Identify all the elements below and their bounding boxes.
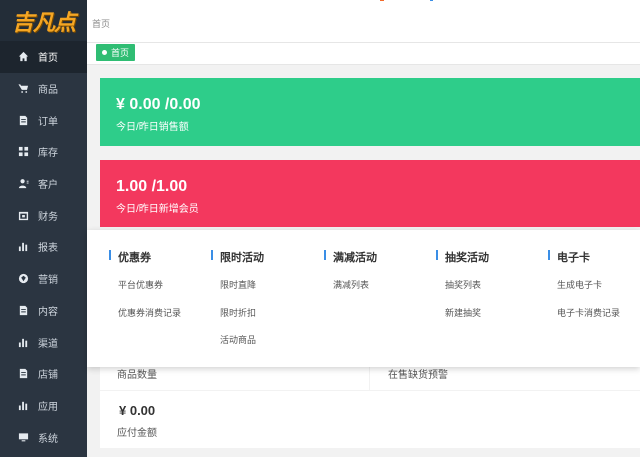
sidebar: 吉凡点 首页 商品 订单 库存 客户 财务 报表 营销 内容 渠道 店铺 应用 … <box>0 0 87 457</box>
sidebar-item-content[interactable]: 内容 <box>0 295 87 327</box>
document-icon <box>17 304 29 316</box>
sidebar-item-label: 订单 <box>38 116 58 128</box>
tab-home[interactable]: 首页 <box>96 44 136 61</box>
sidebar-item-label: 店铺 <box>38 370 58 382</box>
sales-card: ¥ 0.00 /0.00 今日/昨日销售额 <box>100 78 640 146</box>
store-icon <box>17 368 29 380</box>
logo[interactable]: 吉凡点 <box>0 0 87 41</box>
logo-text: 吉凡点 <box>11 9 76 36</box>
payable-panel: ¥ 0.00 应付金额 <box>100 391 640 448</box>
bar-chart-icon <box>17 241 29 253</box>
payable-label: 应付金额 <box>117 428 157 439</box>
sidebar-item-label: 营销 <box>38 275 58 287</box>
sidebar-item-system[interactable]: 系统 <box>0 421 87 453</box>
menu-link-coupon-records[interactable]: 优惠券消费记录 <box>118 306 181 319</box>
cart-icon <box>17 83 29 95</box>
tab-label: 首页 <box>111 48 130 58</box>
sidebar-item-label: 内容 <box>38 306 58 318</box>
payable-value: ¥ 0.00 <box>119 403 156 418</box>
sidebar-item-label: 财务 <box>38 211 58 223</box>
sidebar-item-label: 库存 <box>38 148 58 160</box>
sidebar-item-label: 系统 <box>38 433 58 445</box>
grid-icon <box>17 146 29 158</box>
menu-column-title: 抽奖活动 <box>436 249 489 265</box>
sidebar-item-apps[interactable]: 应用 <box>0 390 87 422</box>
sidebar-item-products[interactable]: 商品 <box>0 73 87 105</box>
sidebar-item-marketing[interactable]: 营销 <box>0 263 87 295</box>
sidebar-item-inventory[interactable]: 库存 <box>0 136 87 168</box>
sidebar-nav: 首页 商品 订单 库存 客户 财务 报表 营销 内容 渠道 店铺 应用 系统 <box>0 41 87 453</box>
marketing-mega-menu: 优惠券 平台优惠券 优惠券消费记录 限时活动 限时直降 限时折扣 活动商品 满减… <box>87 230 640 367</box>
customer-icon <box>17 178 29 190</box>
stock-alert-label: 在售缺货预警 <box>388 370 448 381</box>
members-card: 1.00 /1.00 今日/昨日新增会员 <box>100 160 640 227</box>
menu-column-title: 优惠券 <box>109 249 151 265</box>
breadcrumb[interactable]: 首页 <box>92 17 110 30</box>
sidebar-item-channels[interactable]: 渠道 <box>0 326 87 358</box>
sales-label: 今日/昨日销售额 <box>116 122 189 133</box>
menu-link-lottery-list[interactable]: 抽奖列表 <box>445 278 481 291</box>
bar-chart-icon <box>17 336 29 348</box>
bar-chart-icon <box>17 399 29 411</box>
tab-bar: 首页 <box>87 43 640 65</box>
accent-mark-blue <box>430 0 433 1</box>
sidebar-item-label: 报表 <box>38 243 58 255</box>
sidebar-item-label: 商品 <box>38 85 58 97</box>
menu-link-platform-coupons[interactable]: 平台优惠券 <box>118 278 163 291</box>
home-icon <box>17 51 29 63</box>
sidebar-item-reports[interactable]: 报表 <box>0 231 87 263</box>
menu-link-generate-gift-card[interactable]: 生成电子卡 <box>557 278 602 291</box>
sidebar-item-orders[interactable]: 订单 <box>0 104 87 136</box>
order-icon <box>17 114 29 126</box>
menu-link-activity-products[interactable]: 活动商品 <box>220 333 256 346</box>
menu-column-title: 满减活动 <box>324 249 377 265</box>
marketing-icon <box>17 273 29 285</box>
sidebar-item-home[interactable]: 首页 <box>0 41 87 73</box>
members-label: 今日/昨日新增会员 <box>116 204 199 215</box>
menu-column-title: 电子卡 <box>548 249 590 265</box>
menu-link-gift-card-records[interactable]: 电子卡消费记录 <box>557 306 620 319</box>
sidebar-item-label: 渠道 <box>38 338 58 350</box>
accent-mark-orange <box>380 0 384 1</box>
sidebar-item-finance[interactable]: 财务 <box>0 199 87 231</box>
product-count-label: 商品数量 <box>117 370 157 381</box>
sidebar-item-label: 应用 <box>38 401 58 413</box>
menu-link-flash-discount[interactable]: 限时折扣 <box>220 306 256 319</box>
sidebar-item-customers[interactable]: 客户 <box>0 168 87 200</box>
tab-dot-icon <box>102 50 107 55</box>
sales-value: ¥ 0.00 /0.00 <box>116 96 201 113</box>
members-value: 1.00 /1.00 <box>116 178 188 195</box>
menu-link-flash-price-drop[interactable]: 限时直降 <box>220 278 256 291</box>
sidebar-item-store[interactable]: 店铺 <box>0 358 87 390</box>
wallet-icon <box>17 209 29 221</box>
menu-link-new-lottery[interactable]: 新建抽奖 <box>445 306 481 319</box>
monitor-icon <box>17 431 29 443</box>
sidebar-item-label: 客户 <box>38 180 58 192</box>
menu-link-spend-discount-list[interactable]: 满减列表 <box>333 278 369 291</box>
sidebar-item-label: 首页 <box>38 53 58 65</box>
menu-column-title: 限时活动 <box>211 249 264 265</box>
top-header: 首页 <box>87 0 640 43</box>
